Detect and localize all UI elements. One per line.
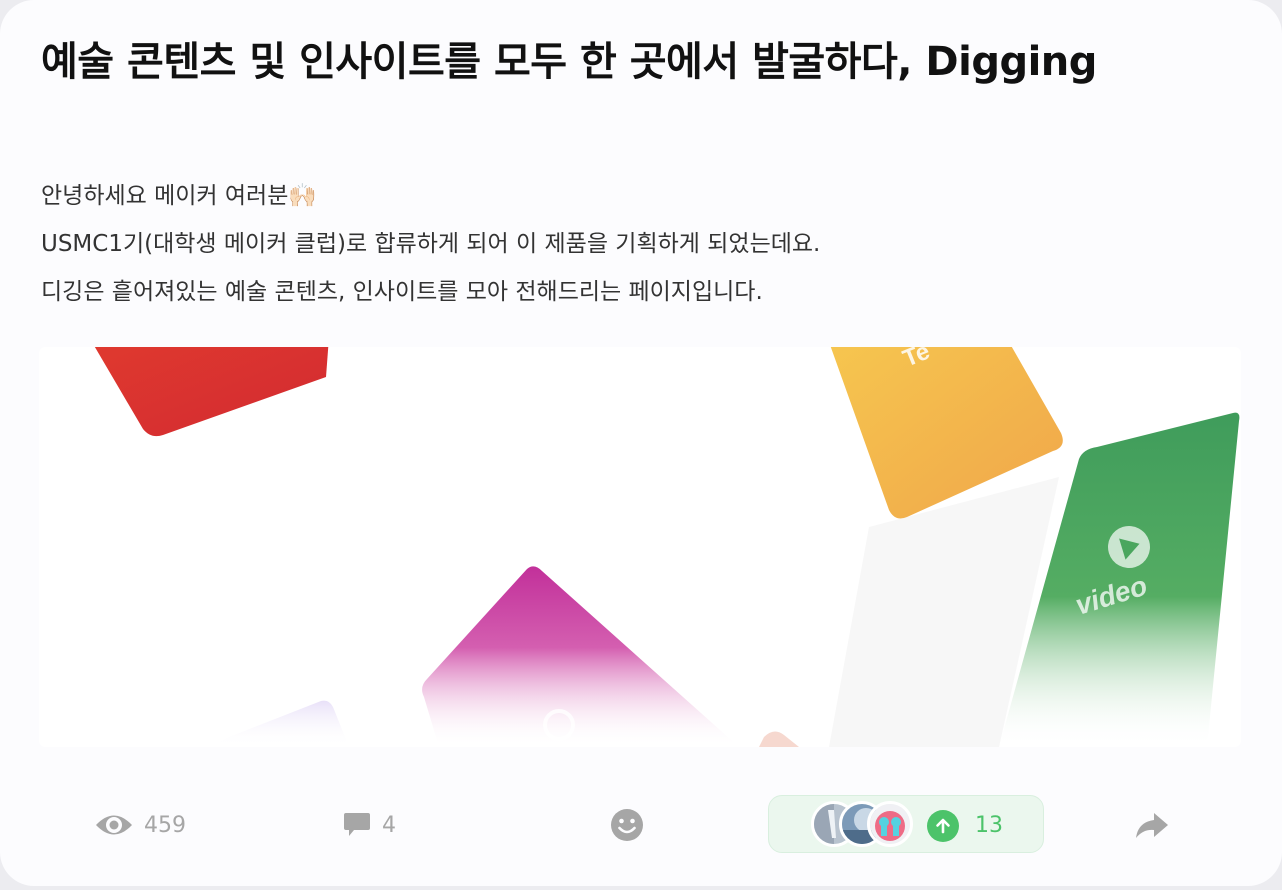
share-icon (1136, 813, 1168, 838)
upvote-count: 13 (975, 813, 1003, 838)
views-count: 459 (144, 812, 186, 838)
avatar (867, 801, 913, 847)
upvote-button[interactable]: 13 (768, 795, 1044, 853)
arrow-up-icon (927, 810, 959, 842)
share-button[interactable] (1134, 790, 1170, 860)
hero-image[interactable]: Te video (39, 347, 1241, 747)
post-card: 예술 콘텐츠 및 인사이트를 모두 한 곳에서 발굴하다, Digging 안녕… (0, 0, 1282, 886)
comments-count: 4 (382, 812, 396, 838)
post-footer: 459 4 13 (0, 790, 1282, 860)
description-line: 안녕하세요 메이커 여러분🙌🏻 (41, 183, 318, 209)
comments-button[interactable]: 4 (342, 790, 396, 860)
magenta-card (422, 566, 739, 747)
peach-card (759, 731, 799, 747)
post-title: 예술 콘텐츠 및 인사이트를 모두 한 곳에서 발굴하다, Digging (41, 39, 1097, 85)
lavender-card (209, 700, 349, 747)
description-line: USMC1기(대학생 메이커 클럽)로 합류하게 되어 이 제품을 기획하게 되… (41, 231, 821, 257)
description-line: 디깅은 흩어져있는 예술 콘텐츠, 인사이트를 모아 전해드리는 페이지입니다. (41, 279, 763, 305)
eye-icon (96, 815, 132, 835)
reaction-button[interactable] (610, 790, 644, 860)
emoji-icon (611, 809, 643, 841)
hero-illustration: Te video (94, 347, 1240, 747)
red-card (94, 347, 329, 437)
views-stat: 459 (94, 790, 186, 860)
comment-icon (344, 813, 370, 836)
post-description: 안녕하세요 메이커 여러분🙌🏻 USMC1기(대학생 메이커 클럽)로 합류하게… (41, 172, 1221, 316)
